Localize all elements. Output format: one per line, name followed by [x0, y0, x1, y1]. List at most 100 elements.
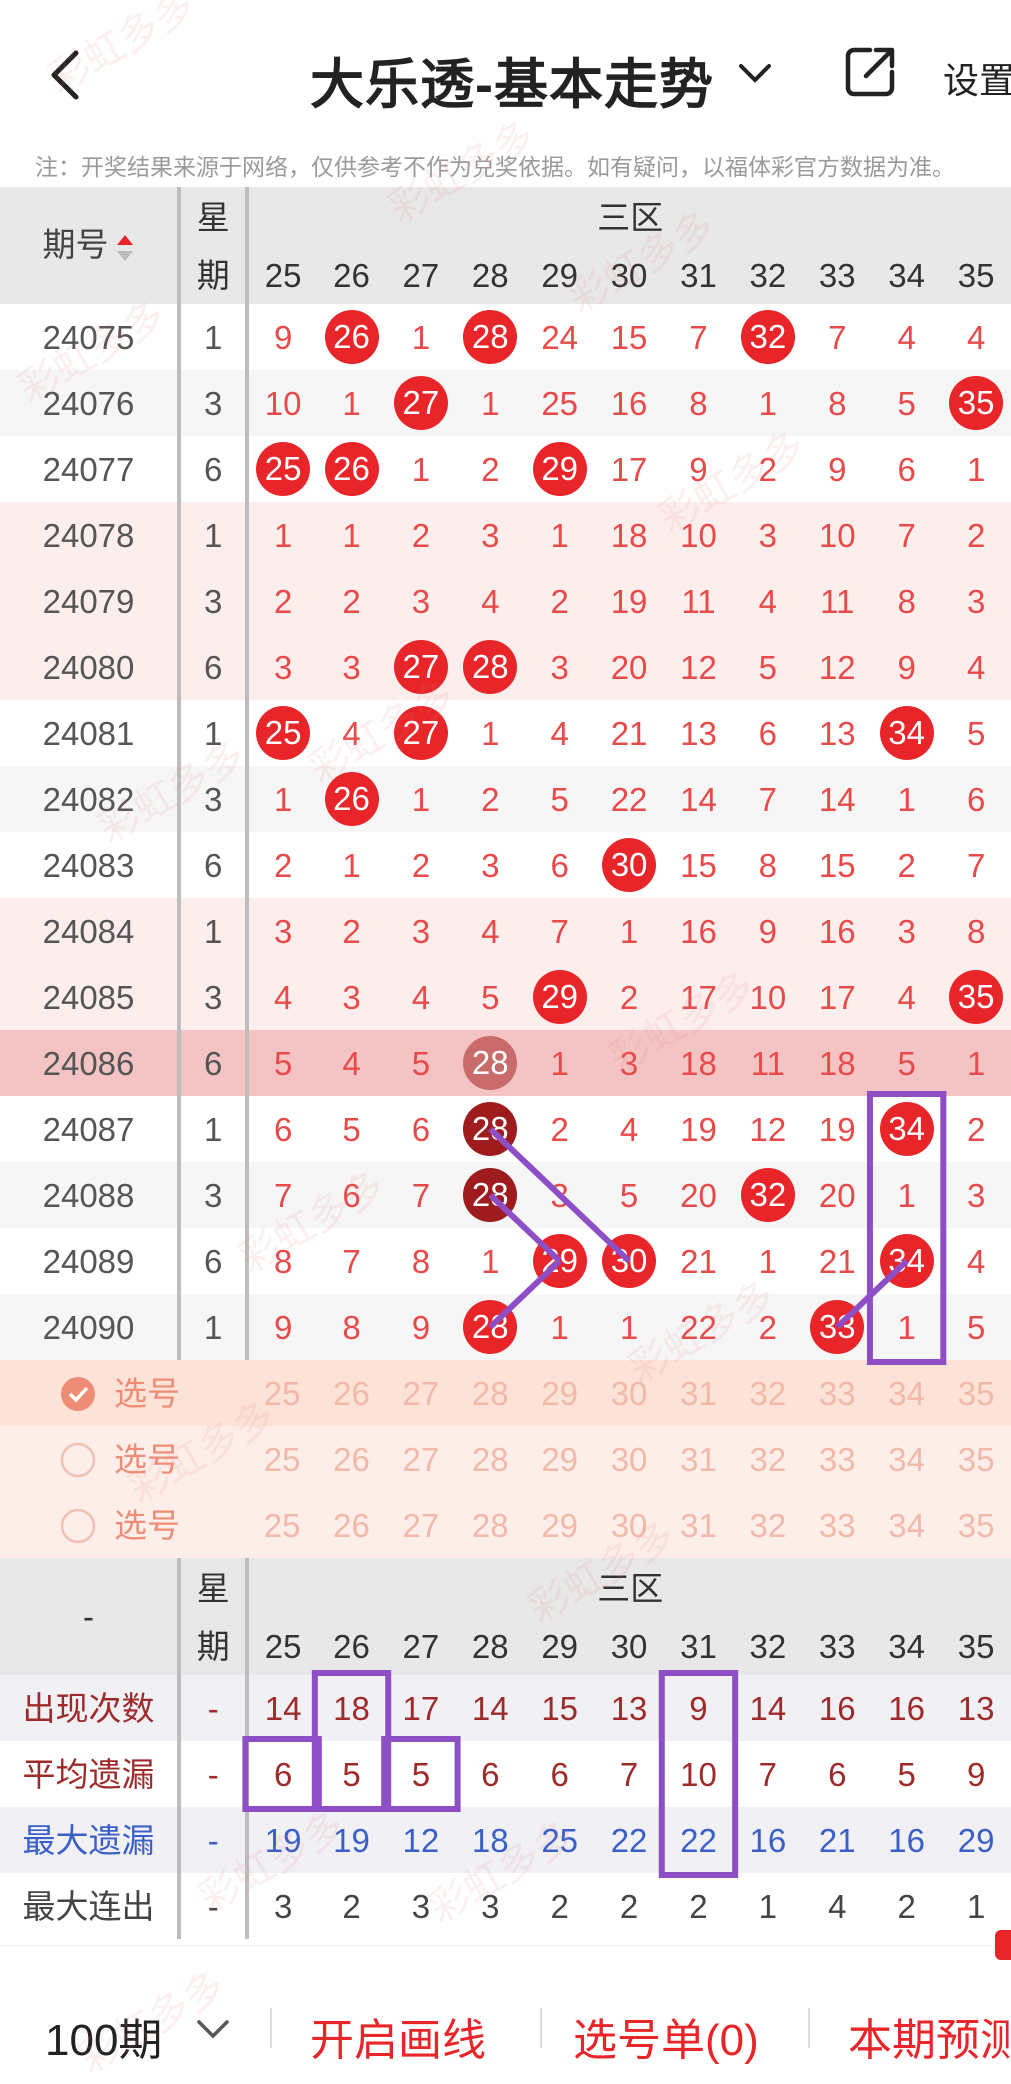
- trend-cell[interactable]: 8: [733, 832, 802, 898]
- trend-cell[interactable]: 2: [386, 832, 455, 898]
- trend-cell[interactable]: 2: [525, 1096, 594, 1162]
- trend-cell[interactable]: 32: [733, 304, 802, 370]
- pick-number-cell[interactable]: 25: [247, 1492, 316, 1558]
- trend-cell[interactable]: 12: [664, 634, 733, 700]
- pick-row-toggle[interactable]: 选号: [0, 1492, 247, 1558]
- trend-cell[interactable]: 5: [247, 1030, 316, 1096]
- trend-cell[interactable]: 2: [456, 766, 525, 832]
- trend-cell[interactable]: 7: [803, 304, 872, 370]
- pick-number-cell[interactable]: 33: [803, 1426, 872, 1492]
- trend-cell[interactable]: 4: [456, 898, 525, 964]
- trend-cell[interactable]: 1: [247, 766, 316, 832]
- trend-cell[interactable]: 3: [386, 898, 455, 964]
- trend-cell[interactable]: 30: [594, 832, 663, 898]
- trend-cell[interactable]: 7: [664, 304, 733, 370]
- trend-cell[interactable]: 6: [247, 1096, 316, 1162]
- pick-number-cell[interactable]: 32: [733, 1426, 802, 1492]
- trend-cell[interactable]: 4: [386, 964, 455, 1030]
- pick-number-cell[interactable]: 34: [872, 1492, 941, 1558]
- settings-button[interactable]: 设置: [943, 52, 1011, 104]
- pick-list-button[interactable]: 选号单(0): [573, 2004, 759, 2068]
- trend-cell[interactable]: 1: [941, 436, 1011, 502]
- trend-cell[interactable]: 5: [941, 700, 1011, 766]
- trend-cell[interactable]: 1: [386, 436, 455, 502]
- trend-cell[interactable]: 20: [664, 1162, 733, 1228]
- sort-icon[interactable]: [115, 233, 135, 263]
- trend-cell[interactable]: 16: [664, 898, 733, 964]
- trend-cell[interactable]: 20: [594, 634, 663, 700]
- trend-cell[interactable]: 29: [525, 964, 594, 1030]
- trend-cell[interactable]: 29: [525, 1228, 594, 1294]
- trend-cell[interactable]: 25: [247, 436, 316, 502]
- trend-cell[interactable]: 15: [664, 832, 733, 898]
- trend-cell[interactable]: 4: [247, 964, 316, 1030]
- trend-cell[interactable]: 35: [941, 964, 1011, 1030]
- trend-cell[interactable]: 9: [733, 898, 802, 964]
- trend-cell[interactable]: 4: [594, 1096, 663, 1162]
- trend-cell[interactable]: 18: [803, 1030, 872, 1096]
- trend-cell[interactable]: 3: [456, 832, 525, 898]
- pick-number-cell[interactable]: 31: [664, 1426, 733, 1492]
- trend-cell[interactable]: 26: [317, 304, 386, 370]
- forecast-button[interactable]: 本期预测: [848, 2004, 1011, 2068]
- issue-header[interactable]: 期号: [0, 187, 182, 304]
- trend-cell[interactable]: 15: [803, 832, 872, 898]
- trend-cell[interactable]: 28: [456, 1162, 525, 1228]
- trend-cell[interactable]: 17: [803, 964, 872, 1030]
- trend-cell[interactable]: 35: [941, 370, 1011, 436]
- trend-cell[interactable]: 11: [803, 568, 872, 634]
- trend-cell[interactable]: 7: [525, 898, 594, 964]
- pick-number-cell[interactable]: 35: [941, 1492, 1011, 1558]
- trend-cell[interactable]: 4: [941, 1228, 1011, 1294]
- pick-number-cell[interactable]: 35: [941, 1426, 1011, 1492]
- trend-cell[interactable]: 28: [456, 634, 525, 700]
- trend-cell[interactable]: 29: [525, 436, 594, 502]
- trend-cell[interactable]: 4: [941, 304, 1011, 370]
- trend-cell[interactable]: 16: [594, 370, 663, 436]
- trend-cell[interactable]: 3: [941, 568, 1011, 634]
- trend-cell[interactable]: 2: [456, 436, 525, 502]
- trend-cell[interactable]: 22: [594, 766, 663, 832]
- draw-lines-button[interactable]: 开启画线: [310, 2004, 486, 2068]
- trend-cell[interactable]: 28: [456, 1294, 525, 1360]
- trend-cell[interactable]: 3: [941, 1162, 1011, 1228]
- trend-cell[interactable]: 3: [247, 634, 316, 700]
- trend-cell[interactable]: 4: [733, 568, 802, 634]
- trend-cell[interactable]: 3: [525, 634, 594, 700]
- trend-cell[interactable]: 1: [594, 898, 663, 964]
- chevron-down-icon[interactable]: [735, 58, 775, 88]
- trend-cell[interactable]: 13: [803, 700, 872, 766]
- trend-cell[interactable]: 21: [594, 700, 663, 766]
- trend-cell[interactable]: 6: [733, 700, 802, 766]
- trend-cell[interactable]: 18: [594, 502, 663, 568]
- trend-cell[interactable]: 9: [247, 1294, 316, 1360]
- trend-cell[interactable]: 21: [803, 1228, 872, 1294]
- trend-cell[interactable]: 25: [525, 370, 594, 436]
- trend-cell[interactable]: 5: [317, 1096, 386, 1162]
- trend-cell[interactable]: 3: [525, 1162, 594, 1228]
- trend-cell[interactable]: 1: [872, 1294, 941, 1360]
- trend-cell[interactable]: 4: [872, 304, 941, 370]
- trend-cell[interactable]: 2: [317, 898, 386, 964]
- trend-cell[interactable]: 2: [941, 502, 1011, 568]
- trend-cell[interactable]: 16: [803, 898, 872, 964]
- trend-cell[interactable]: 28: [456, 304, 525, 370]
- trend-cell[interactable]: 2: [872, 832, 941, 898]
- trend-cell[interactable]: 7: [733, 766, 802, 832]
- trend-cell[interactable]: 4: [317, 1030, 386, 1096]
- pick-number-cell[interactable]: 29: [525, 1360, 594, 1426]
- pick-number-cell[interactable]: 27: [386, 1360, 455, 1426]
- trend-cell[interactable]: 19: [594, 568, 663, 634]
- trend-cell[interactable]: 2: [386, 502, 455, 568]
- trend-cell[interactable]: 30: [594, 1228, 663, 1294]
- trend-cell[interactable]: 11: [664, 568, 733, 634]
- trend-cell[interactable]: 1: [317, 502, 386, 568]
- trend-cell[interactable]: 2: [247, 568, 316, 634]
- trend-cell[interactable]: 33: [803, 1294, 872, 1360]
- trend-cell[interactable]: 8: [872, 568, 941, 634]
- pick-number-cell[interactable]: 32: [733, 1360, 802, 1426]
- trend-cell[interactable]: 7: [386, 1162, 455, 1228]
- trend-cell[interactable]: 34: [872, 700, 941, 766]
- trend-cell[interactable]: 19: [803, 1096, 872, 1162]
- trend-cell[interactable]: 28: [456, 1030, 525, 1096]
